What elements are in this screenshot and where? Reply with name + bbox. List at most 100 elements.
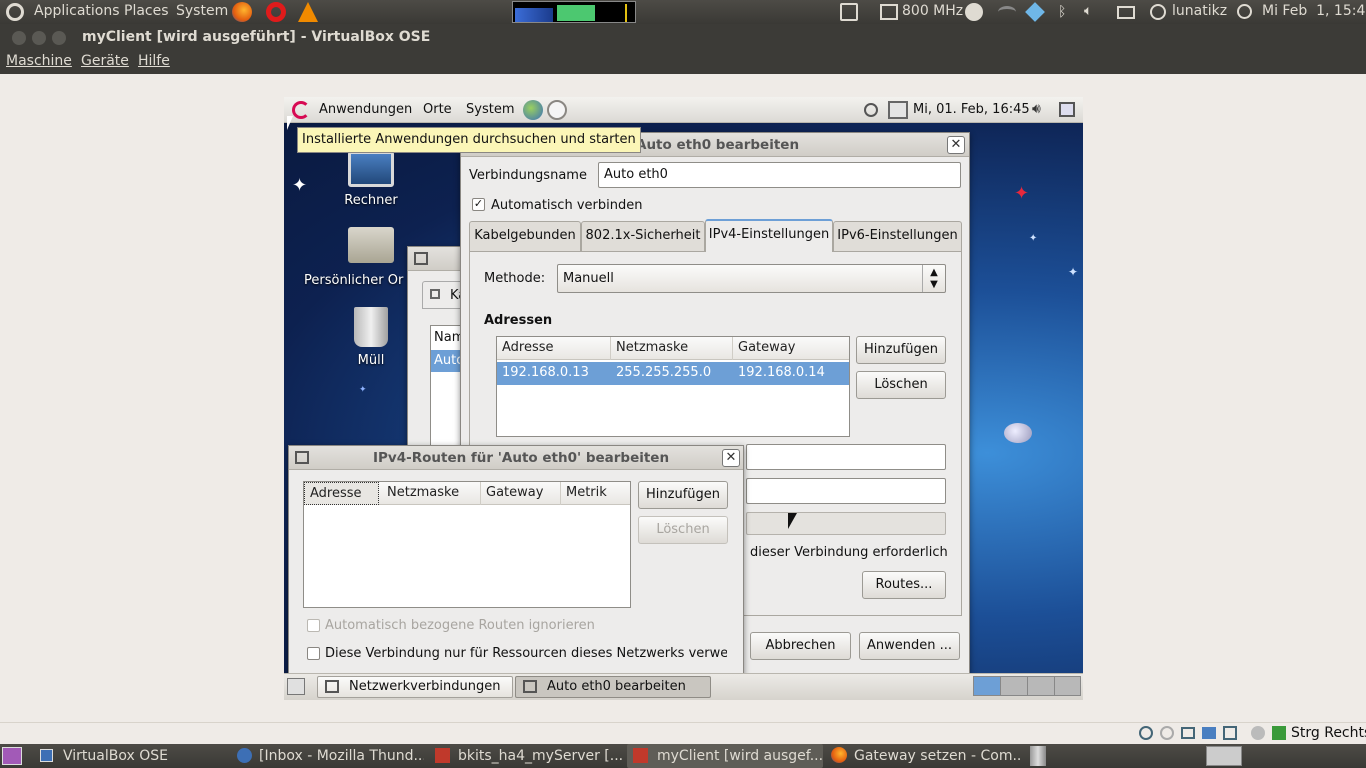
menu-tooltip-text: Installierte Anwendungen durchsuchen und…	[302, 132, 636, 147]
home-folder-icon[interactable]	[348, 227, 394, 263]
power-icon[interactable]	[1237, 4, 1252, 19]
trash-icon[interactable]	[1030, 746, 1046, 766]
column-header-metric[interactable]: Metrik	[561, 482, 630, 505]
minimize-window-icon[interactable]	[32, 31, 46, 45]
host-taskbar: VirtualBox OSE [Inbox - Mozilla Thund...…	[0, 744, 1366, 768]
workspace-1[interactable]	[974, 677, 1001, 695]
host-task-firefox[interactable]: Gateway setzen - Com...	[828, 744, 1020, 768]
host-clock[interactable]: Mi Feb 1, 15:45	[1262, 3, 1366, 19]
workspace-switcher-icon[interactable]	[1206, 746, 1242, 766]
column-header-gateway[interactable]: Gateway	[481, 482, 561, 505]
mail-client-icon[interactable]	[547, 100, 567, 120]
user-status-icon[interactable]	[1150, 4, 1166, 20]
cancel-button[interactable]: Abbrechen	[750, 632, 851, 660]
addresses-table[interactable]: Adresse Netzmaske Gateway 192.168.0.13 2…	[496, 336, 850, 437]
routes-table[interactable]: Adresse Netzmaske Gateway Metrik	[303, 481, 631, 608]
computer-icon[interactable]	[348, 151, 394, 187]
delete-address-button[interactable]: Löschen	[856, 371, 946, 399]
host-task-myserver[interactable]: bkits_ha4_myServer [...	[430, 744, 622, 768]
ubuntu-logo-icon[interactable]	[6, 3, 24, 21]
guest-clock[interactable]: Mi, 01. Feb, 16:45	[913, 102, 1030, 117]
workspace-2[interactable]	[1001, 677, 1028, 695]
menu-hilfe[interactable]: Hilfe	[138, 53, 170, 69]
column-header-gateway[interactable]: Gateway	[733, 337, 849, 360]
host-task-virtualbox[interactable]: VirtualBox OSE	[34, 744, 224, 768]
volume-icon[interactable]: 🔈︎	[1084, 3, 1092, 19]
auto-connect-checkbox[interactable]: ✓	[472, 198, 485, 211]
tab-ipv6-einstellungen[interactable]: IPv6-Einstellungen	[833, 221, 962, 251]
host-task-myclient[interactable]: myClient [wird ausgef...	[627, 744, 823, 768]
firefox-icon[interactable]	[232, 2, 252, 22]
mail-icon[interactable]	[1117, 6, 1135, 19]
maximize-window-icon[interactable]	[52, 31, 66, 45]
desktop-icon-label-rechner[interactable]: Rechner	[339, 193, 403, 208]
menu-applications[interactable]: Applications	[34, 3, 120, 19]
desktop-icon-label-home[interactable]: Persönlicher Or	[304, 273, 408, 288]
tab-8021x-sicherheit[interactable]: 802.1x-Sicherheit	[581, 221, 705, 251]
search-icon[interactable]	[864, 103, 878, 117]
only-resources-checkbox[interactable]	[307, 647, 320, 660]
guest-menu-system[interactable]: System	[466, 102, 514, 117]
table-row[interactable]: 192.168.0.13 255.255.255.0 192.168.0.14	[497, 362, 849, 385]
cdrom-icon[interactable]	[1160, 726, 1174, 740]
menu-maschine[interactable]: Maschine	[6, 53, 72, 69]
guest-volume-icon[interactable]: 🔊︎	[1032, 101, 1041, 117]
routes-button[interactable]: Routes...	[862, 571, 946, 599]
menu-system[interactable]: System	[176, 3, 228, 19]
add-route-button[interactable]: Hinzufügen	[638, 481, 728, 509]
close-window-icon[interactable]	[12, 31, 26, 45]
mouse-integration-icon[interactable]	[1251, 726, 1265, 740]
host-task-thunderbird[interactable]: [Inbox - Mozilla Thund...	[232, 744, 424, 768]
shared-folders-icon[interactable]	[1202, 727, 1216, 739]
show-desktop-icon[interactable]	[287, 678, 305, 695]
routes-dialog-titlebar[interactable]: IPv4-Routen für 'Auto eth0' bearbeiten ✕	[289, 446, 743, 470]
workspace-switcher[interactable]	[973, 676, 1081, 696]
tab-ipv4-einstellungen[interactable]: IPv4-Einstellungen	[705, 219, 833, 252]
guest-menu-orte[interactable]: Orte	[423, 102, 452, 117]
guest-screen[interactable]: Anwendungen Orte System Mi, 01. Feb, 16:…	[284, 97, 1083, 700]
battery-icon	[840, 3, 858, 21]
bluetooth-icon[interactable]: ᛒ	[1058, 4, 1066, 20]
column-header-netmask[interactable]: Netzmaske	[611, 337, 733, 360]
auto-connect-label[interactable]: Automatisch verbinden	[491, 198, 642, 213]
guest-task-auto-eth0[interactable]: Auto eth0 bearbeiten	[515, 676, 711, 698]
close-icon[interactable]: ✕	[722, 449, 740, 467]
wifi-icon[interactable]	[998, 6, 1016, 18]
connection-name-field[interactable]: Auto eth0	[598, 162, 961, 188]
search-domains-field[interactable]	[746, 478, 946, 504]
opera-icon[interactable]	[266, 2, 286, 22]
host-key-icon	[1272, 726, 1286, 740]
ipv4-routes-dialog[interactable]: IPv4-Routen für 'Auto eth0' bearbeiten ✕…	[288, 445, 744, 677]
workspace-3[interactable]	[1028, 677, 1055, 695]
show-desktop-icon[interactable]	[2, 747, 22, 765]
column-header-netmask[interactable]: Netzmaske	[382, 482, 481, 505]
trash-icon[interactable]	[354, 307, 388, 347]
network-status-icon[interactable]	[888, 101, 908, 119]
column-header-address[interactable]: Adresse	[304, 482, 379, 505]
network-adapter-icon[interactable]	[1181, 727, 1195, 739]
web-browser-icon[interactable]	[523, 100, 543, 120]
desktop-icon-label-trash[interactable]: Müll	[339, 353, 403, 368]
show-desktop-icon[interactable]	[1059, 102, 1075, 117]
close-icon[interactable]: ✕	[947, 136, 965, 154]
dropbox-icon[interactable]	[1025, 2, 1045, 22]
menu-places[interactable]: Places	[124, 3, 169, 19]
guest-task-network-connections[interactable]: Netzwerkverbindungen	[317, 676, 513, 698]
tab-kabelgebunden[interactable]: Kabelgebunden	[469, 221, 581, 251]
network-window-icon	[523, 680, 537, 693]
vlc-icon[interactable]	[298, 2, 318, 22]
column-header-address[interactable]: Adresse	[497, 337, 611, 360]
apply-button[interactable]: Anwenden ...	[859, 632, 960, 660]
require-ipv4-label[interactable]: dieser Verbindung erforderlich	[750, 545, 948, 560]
menu-geraete[interactable]: Geräte	[81, 53, 129, 69]
debian-logo-icon[interactable]	[292, 101, 310, 119]
only-resources-label[interactable]: Diese Verbindung nur für Ressourcen dies…	[325, 646, 727, 661]
usb-icon[interactable]	[1223, 726, 1237, 740]
dns-server-field[interactable]	[746, 444, 946, 470]
guest-menu-anwendungen[interactable]: Anwendungen	[319, 102, 412, 117]
add-address-button[interactable]: Hinzufügen	[856, 336, 946, 364]
user-name[interactable]: lunatikz	[1172, 3, 1227, 19]
workspace-4[interactable]	[1055, 677, 1081, 695]
method-select[interactable]: Manuell ▲ ▼	[557, 264, 946, 293]
hard-disk-icon[interactable]	[1139, 726, 1153, 740]
